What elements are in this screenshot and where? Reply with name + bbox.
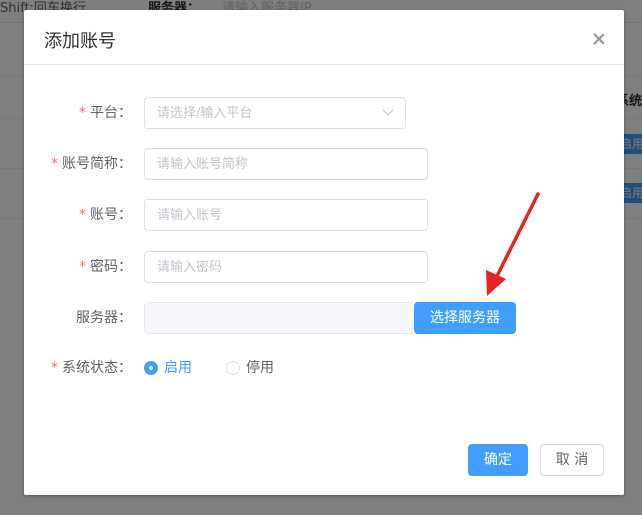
add-account-dialog: 添加账号 *平台： *账号简称： *账号： *密码： 服务器： 选择服务器 *系…: [24, 10, 624, 495]
password-form-item: * 密码：: [24, 251, 624, 283]
chevron-down-icon[interactable]: [384, 106, 392, 114]
account-form-item: * 账号：: [24, 199, 624, 231]
password-input[interactable]: [144, 251, 428, 283]
account-label: * 账号：: [79, 207, 132, 223]
cancel-button[interactable]: 取 消: [540, 444, 604, 476]
dialog-title: 添加账号: [44, 31, 116, 52]
required-asterisk: *: [51, 156, 58, 172]
required-asterisk: *: [51, 360, 58, 376]
status-label: * 系统状态：: [51, 360, 132, 376]
platform-select[interactable]: [144, 97, 406, 129]
server-label: 服务器：: [76, 310, 132, 326]
dialog-header: 添加账号: [24, 10, 624, 65]
select-server-button[interactable]: 选择服务器: [414, 302, 516, 334]
radio-unchecked-icon: [226, 361, 240, 375]
platform-form-item: * 平台：: [24, 97, 624, 129]
confirm-button[interactable]: 确定: [468, 444, 528, 476]
account-alias-input[interactable]: [144, 148, 428, 180]
account-input[interactable]: [144, 199, 428, 231]
required-asterisk: *: [79, 105, 86, 121]
close-icon[interactable]: [592, 32, 606, 46]
platform-input[interactable]: [144, 97, 406, 129]
platform-label: * 平台：: [79, 105, 132, 121]
required-asterisk: *: [79, 207, 86, 223]
password-label: * 密码：: [79, 259, 132, 275]
required-asterisk: *: [79, 259, 86, 275]
radio-checked-icon: [144, 361, 158, 375]
server-form-item: 服务器： 选择服务器: [24, 302, 624, 334]
server-input: [144, 302, 428, 334]
account-alias-label: * 账号简称：: [51, 156, 132, 172]
status-disabled-radio[interactable]: 停用: [226, 352, 286, 384]
status-enabled-radio[interactable]: 启用: [144, 352, 204, 384]
status-form-item: * 系统状态： 启用 停用: [24, 352, 624, 384]
account-alias-form-item: * 账号简称：: [24, 148, 624, 180]
